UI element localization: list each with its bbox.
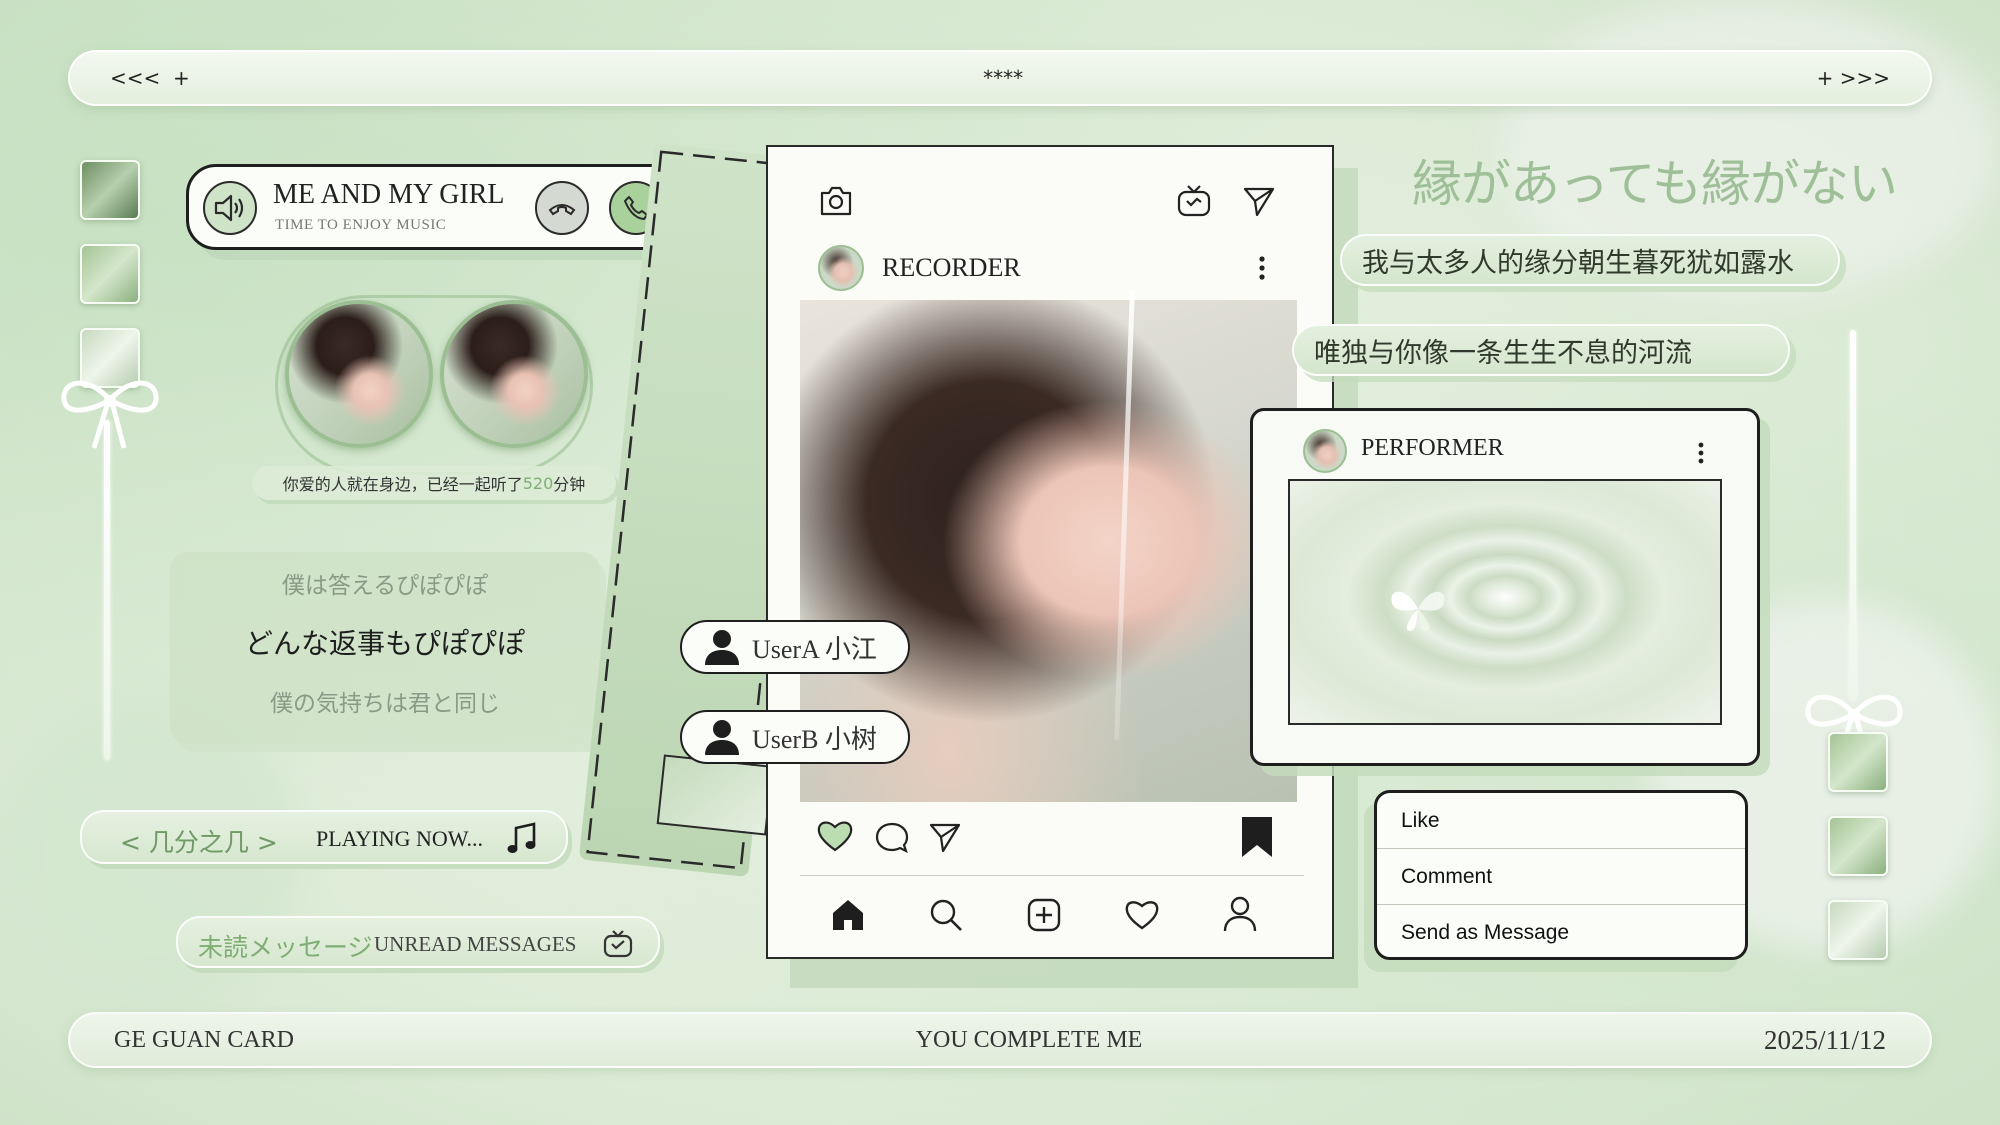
hang-up-button[interactable] <box>535 181 589 235</box>
tv-icon <box>603 930 633 958</box>
thumbnail[interactable] <box>80 160 140 220</box>
avatar[interactable] <box>1303 429 1347 473</box>
footer-brand: GE GUAN CARD <box>114 1026 294 1053</box>
lyric-pill: 我与太多人的缘分朝生暮死犹如露水 <box>1340 234 1840 286</box>
divider <box>800 875 1304 876</box>
send-icon[interactable] <box>1242 185 1276 217</box>
bottom-bar: GE GUAN CARD YOU COMPLETE ME 2025/11/12 <box>68 1012 1932 1068</box>
unread-label-en: UNREAD MESSAGES <box>374 932 577 956</box>
player-bar: < 几分之几 > PLAYING NOW... <box>80 810 568 864</box>
camera-icon[interactable] <box>818 185 854 217</box>
menu-item-send-as-message[interactable]: Send as Message <box>1377 905 1745 957</box>
user-chip[interactable]: UserB 小树 <box>680 710 910 764</box>
user-label: UserA 小江 <box>752 634 877 664</box>
track-selector[interactable]: < 几分之几 > <box>120 823 278 859</box>
user-icon <box>705 630 739 665</box>
music-note-icon[interactable] <box>506 822 538 856</box>
top-bar-left[interactable]: <<< + <box>110 66 190 90</box>
lyrics-card: 僕は答えるぴぽぴぽ どんな返事もぴぽぴぽ 僕の気持ちは君と同じ <box>170 552 600 744</box>
add-post-icon[interactable] <box>1026 897 1062 933</box>
avatar[interactable] <box>440 300 588 448</box>
listen-minutes: 520 <box>522 473 554 493</box>
playing-status: PLAYING NOW... <box>316 826 484 851</box>
top-bar-right[interactable]: + >>> <box>1817 66 1890 90</box>
search-icon[interactable] <box>928 897 964 933</box>
stamp-photo <box>656 754 774 836</box>
lyric-line: 僕は答えるぴぽぴぽ <box>281 573 489 599</box>
thumbnail[interactable] <box>1828 732 1888 792</box>
top-bar-center: **** <box>983 66 1024 90</box>
igtv-icon[interactable] <box>1176 183 1212 219</box>
user-label: UserB 小树 <box>752 724 877 754</box>
avatar[interactable] <box>285 300 433 448</box>
bookmark-icon[interactable] <box>1240 815 1274 859</box>
thumbnail[interactable] <box>80 244 140 304</box>
unread-messages-bar[interactable]: 未読メッセージ UNREAD MESSAGES <box>176 916 660 968</box>
japanese-heading: 縁があっても縁がない <box>1412 155 1898 213</box>
listen-caption-suffix: 分钟 <box>553 475 586 494</box>
user-icon <box>705 720 739 755</box>
activity-heart-icon[interactable] <box>1124 899 1160 931</box>
post-username[interactable]: RECORDER <box>882 253 1021 283</box>
unread-label-jp: 未読メッセージ <box>198 933 373 962</box>
ribbon-tail <box>1850 330 1856 700</box>
lyric-pill: 唯独与你像一条生生不息的河流 <box>1292 324 1790 376</box>
more-options-icon[interactable] <box>1697 441 1705 465</box>
user-chip[interactable]: UserA 小江 <box>680 620 910 674</box>
top-bar: <<< + **** + >>> <box>68 50 1932 106</box>
thumbnail[interactable] <box>1828 816 1888 876</box>
lyric-line-current: どんな返事もぴぽぴぽ <box>244 627 525 660</box>
speaker-button[interactable] <box>203 181 257 235</box>
profile-icon[interactable] <box>1222 895 1258 933</box>
ribbon-tail <box>104 420 110 760</box>
post-action-menu: Like Comment Send as Message <box>1374 790 1748 960</box>
footer-tagline: YOU COMPLETE ME <box>915 1026 1143 1053</box>
butterfly-icon <box>1391 591 1445 631</box>
comment-icon[interactable] <box>874 821 910 855</box>
music-player-pill: ME AND MY GIRL TIME TO ENJOY MUSIC <box>186 164 698 250</box>
footer-date: 2025/11/12 <box>1763 1024 1886 1055</box>
avatar[interactable] <box>818 245 864 291</box>
performer-username[interactable]: PERFORMER <box>1361 435 1504 462</box>
lyric-line: 僕の気持ちは君と同じ <box>270 691 500 717</box>
speaker-icon <box>214 194 244 222</box>
hang-up-icon <box>548 204 576 216</box>
menu-item-comment[interactable]: Comment <box>1377 849 1745 905</box>
music-title: ME AND MY GIRL <box>273 179 505 210</box>
more-options-icon[interactable] <box>1258 255 1266 281</box>
music-subtitle: TIME TO ENJOY MUSIC <box>275 217 447 233</box>
ribbon-bow-icon <box>61 380 159 449</box>
performer-photo[interactable] <box>1288 479 1722 725</box>
listen-caption-text: 你爱的人就在身边，已经一起听了 <box>282 475 523 494</box>
menu-item-like[interactable]: Like <box>1377 793 1745 849</box>
thumbnail[interactable] <box>1828 900 1888 960</box>
home-icon[interactable] <box>830 897 866 933</box>
share-icon[interactable] <box>928 821 962 853</box>
listen-caption: 你爱的人就在身边，已经一起听了 520 分钟 <box>252 466 616 500</box>
like-heart-icon[interactable] <box>816 819 854 853</box>
